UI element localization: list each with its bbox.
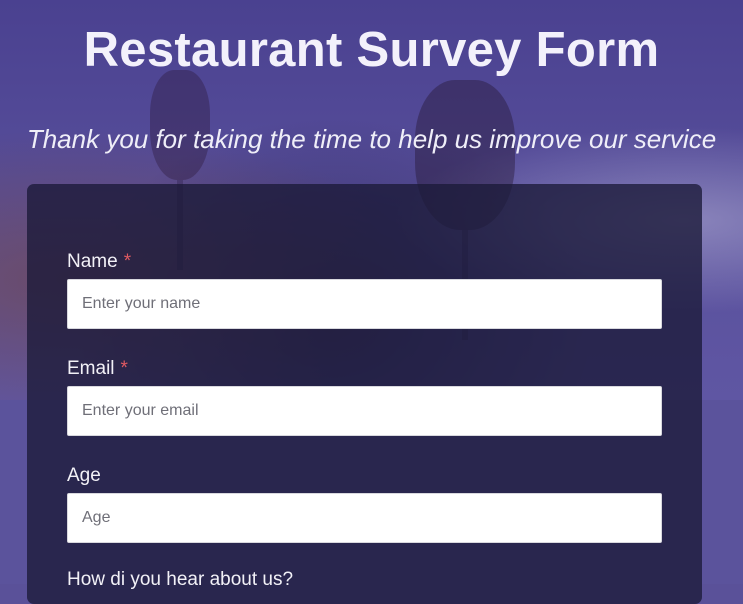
name-label: Name *	[67, 251, 131, 273]
page-description: Thank you for taking the time to help us…	[26, 124, 717, 154]
email-label: Email *	[67, 358, 128, 380]
referral-label: How di you hear about us?	[67, 569, 293, 591]
referral-label-text: How di you hear about us?	[67, 569, 294, 590]
email-label-text: Email	[67, 358, 115, 379]
age-label-text: Age	[67, 465, 101, 486]
required-marker: *	[123, 251, 132, 272]
page-title: Restaurant Survey Form	[83, 23, 660, 77]
name-input[interactable]	[67, 279, 662, 329]
name-label-text: Name	[67, 251, 118, 272]
age-label: Age	[67, 465, 101, 487]
required-marker: *	[120, 358, 128, 379]
email-input[interactable]	[67, 386, 662, 436]
age-input[interactable]	[67, 493, 662, 543]
survey-form: Name* Email* Age How di you hear about u…	[27, 184, 702, 604]
